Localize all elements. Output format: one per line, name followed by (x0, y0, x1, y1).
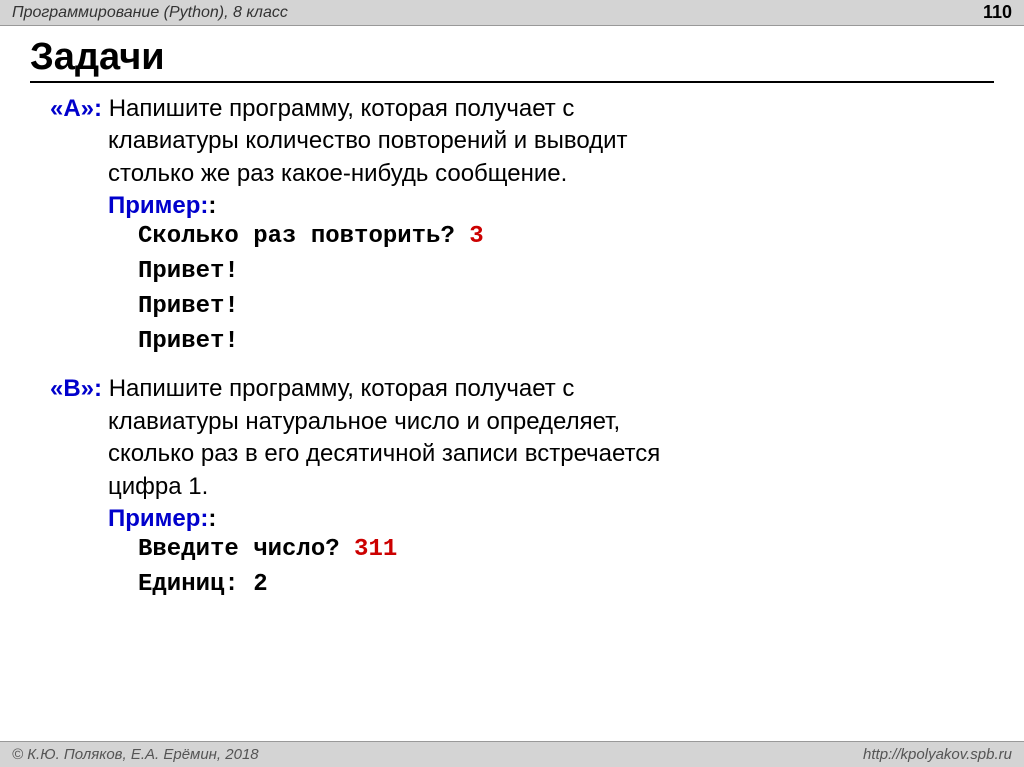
task-a-text3: столько же раз какое-нибудь сообщение. (50, 158, 994, 190)
task-a-input: 3 (469, 223, 483, 250)
page-title: Задачи (30, 36, 994, 83)
footer-bar: © К.Ю. Поляков, Е.А. Ерёмин, 2018 http:/… (0, 741, 1024, 767)
footer-copyright: © К.Ю. Поляков, Е.А. Ерёмин, 2018 (12, 746, 259, 763)
task-a-output2: Привет! (50, 290, 994, 325)
header-title: Программирование (Python), 8 класс (12, 4, 288, 22)
task-b-text2: клавиатуры натуральное число и определяе… (50, 406, 994, 438)
task-b-example-label: Пример:: (50, 505, 994, 533)
task-b: «B»: Напишите программу, которая получае… (30, 373, 994, 602)
task-b-label: «B»: (50, 375, 102, 402)
page-number: 110 (983, 2, 1012, 23)
task-b-description: «B»: Напишите программу, которая получае… (50, 373, 994, 405)
task-a-output3: Привет! (50, 325, 994, 360)
task-b-prompt: Введите число? (138, 536, 354, 563)
task-a-label: «А»: (50, 95, 102, 122)
task-a-prompt-line: Сколько раз повторить? 3 (50, 220, 994, 255)
task-b-prompt-line: Введите число? 311 (50, 533, 994, 568)
task-b-text1: Напишите программу, которая получает с (109, 375, 575, 402)
task-a: «А»: Напишите программу, которая получае… (30, 93, 994, 359)
task-b-text3: сколько раз в его десятичной записи встр… (50, 438, 994, 470)
task-a-output1: Привет! (50, 255, 994, 290)
task-a-text2: клавиатуры количество повторений и вывод… (50, 125, 994, 157)
task-b-output1: Единиц: 2 (50, 568, 994, 603)
task-b-input: 311 (354, 536, 397, 563)
header-bar: Программирование (Python), 8 класс 110 (0, 0, 1024, 26)
task-b-text4: цифра 1. (50, 471, 994, 503)
task-a-text1: Напишите программу, которая получает с (109, 95, 575, 122)
footer-url: http://kpolyakov.spb.ru (863, 746, 1012, 763)
task-a-description: «А»: Напишите программу, которая получае… (50, 93, 994, 125)
content-area: Задачи «А»: Напишите программу, которая … (0, 26, 1024, 603)
task-a-example-label: Пример:: (50, 192, 994, 220)
task-a-prompt: Сколько раз повторить? (138, 223, 469, 250)
